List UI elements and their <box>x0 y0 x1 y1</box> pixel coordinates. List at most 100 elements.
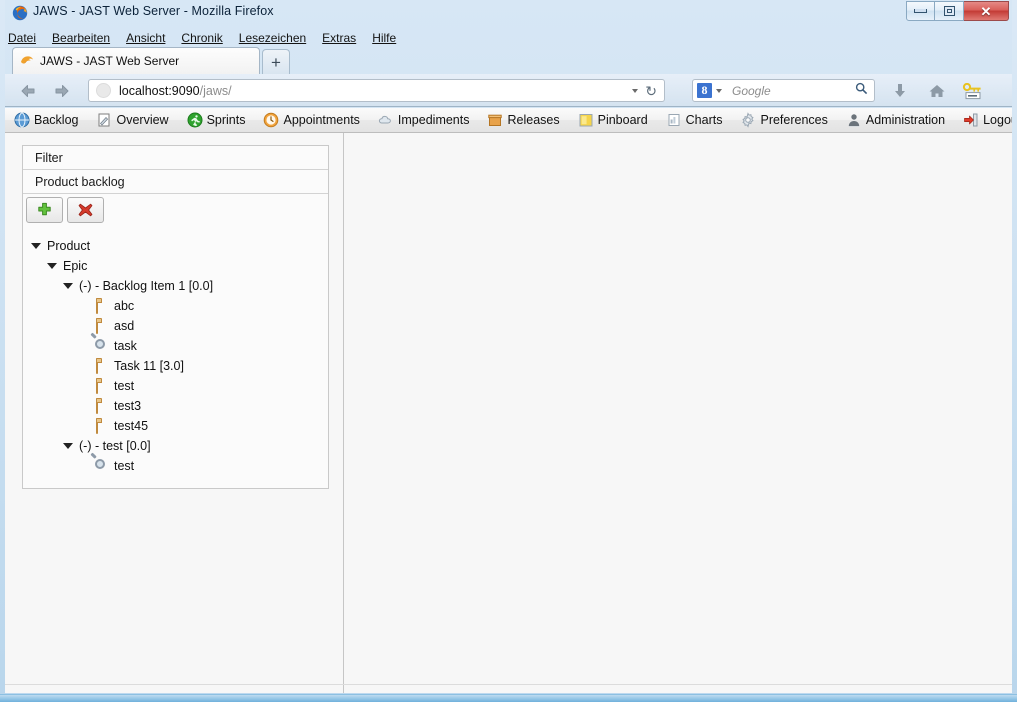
tree-node-label: test <box>114 379 134 393</box>
search-engine-chevron-icon[interactable] <box>716 89 722 93</box>
product-backlog-header[interactable]: Product backlog <box>23 170 328 194</box>
app-nav-administration[interactable]: Administration <box>837 112 954 128</box>
site-identity-icon <box>96 83 111 98</box>
app-nav-appointments-label: Appointments <box>283 113 359 127</box>
window-frame-bottom <box>0 694 1017 702</box>
tree-node-label: task <box>114 339 137 353</box>
url-text: localhost:9090/jaws/ <box>119 84 232 98</box>
plus-icon <box>36 202 53 219</box>
tree-node-label: Epic <box>63 259 87 273</box>
app-nav-logout[interactable]: Logout <box>954 112 1017 128</box>
firefox-window: JAWS - JAST Web Server - Mozilla Firefox… <box>0 0 1017 702</box>
chevron-down-icon[interactable] <box>632 89 638 93</box>
tree-node-test[interactable]: test <box>31 376 328 396</box>
tree-node-label: abc <box>114 299 134 313</box>
delete-button[interactable] <box>67 197 104 223</box>
app-nav-sprints-label: Sprints <box>207 113 246 127</box>
menu-hilfe-label: Hilfe <box>372 31 396 45</box>
app-nav-preferences-label: Preferences <box>760 113 827 127</box>
new-tab-button[interactable]: + <box>262 49 290 74</box>
tree-node-task-11[interactable]: Task 11 [3.0] <box>31 356 328 376</box>
browser-tab-label: JAWS - JAST Web Server <box>40 54 179 68</box>
tree-node-label: (-) - test [0.0] <box>79 439 151 453</box>
chevron-down-icon[interactable] <box>63 443 73 449</box>
user-bust-icon <box>846 112 862 128</box>
add-button[interactable] <box>26 197 63 223</box>
url-path: /jaws/ <box>200 84 232 98</box>
browser-tab-active[interactable]: JAWS - JAST Web Server <box>12 47 260 74</box>
tree-node-test-task[interactable]: test <box>31 456 328 476</box>
backlog-tree: Product Epic (-) - Backlog Item 1 [0.0] … <box>23 226 328 488</box>
tree-node-test45[interactable]: test45 <box>31 416 328 436</box>
menu-hilfe[interactable]: Hilfe <box>364 30 404 46</box>
menu-datei[interactable]: Datei <box>0 30 44 46</box>
tree-node-abc[interactable]: abc <box>31 296 328 316</box>
menu-bearbeiten[interactable]: Bearbeiten <box>44 30 118 46</box>
tab-strip: JAWS - JAST Web Server + <box>0 47 1017 74</box>
tree-node-asd[interactable]: asd <box>31 316 328 336</box>
menu-ansicht-label: Ansicht <box>126 31 165 45</box>
maximize-icon <box>944 6 955 16</box>
note-icon <box>95 299 109 314</box>
tree-node-product[interactable]: Product <box>31 236 328 256</box>
app-nav-overview[interactable]: Overview <box>87 112 177 128</box>
url-host: localhost:9090 <box>119 84 200 98</box>
app-nav-preferences[interactable]: Preferences <box>731 112 836 128</box>
menu-lesezeichen[interactable]: Lesezeichen <box>231 30 314 46</box>
tree-node-epic[interactable]: Epic <box>31 256 328 276</box>
cloud-icon <box>378 112 394 128</box>
forward-button[interactable] <box>51 80 73 102</box>
jaws-favicon-icon <box>19 53 35 69</box>
minimize-icon <box>914 9 927 13</box>
app-nav-releases[interactable]: Releases <box>478 112 568 128</box>
chevron-down-icon[interactable] <box>63 283 73 289</box>
maximize-button[interactable] <box>935 1 964 21</box>
magnifier-icon <box>95 459 109 474</box>
app-toolbar: Backlog Overview Sprints <box>5 108 1012 133</box>
menu-chronik[interactable]: Chronik <box>173 30 230 46</box>
url-bar[interactable]: localhost:9090/jaws/ ↻ <box>88 79 665 102</box>
download-arrow-icon <box>893 83 907 99</box>
home-button[interactable] <box>925 80 948 102</box>
tree-node-backlog-item-1[interactable]: (-) - Backlog Item 1 [0.0] <box>31 276 328 296</box>
filter-header[interactable]: Filter <box>23 146 328 170</box>
page-pencil-icon <box>96 112 112 128</box>
minimize-button[interactable] <box>906 1 935 21</box>
app-nav-impediments-label: Impediments <box>398 113 470 127</box>
tree-node-label: (-) - Backlog Item 1 [0.0] <box>79 279 213 293</box>
back-button[interactable] <box>17 80 39 102</box>
menu-lesezeichen-label: Lesezeichen <box>239 31 306 45</box>
app-nav-charts[interactable]: Charts <box>657 112 732 128</box>
menu-chronik-label: Chronik <box>181 31 222 45</box>
navigation-toolbar: localhost:9090/jaws/ ↻ 8 Google <box>0 74 1017 107</box>
menu-extras[interactable]: Extras <box>314 30 364 46</box>
window-frame-right <box>1012 0 1017 702</box>
app-nav-sprints[interactable]: Sprints <box>178 112 255 128</box>
app-nav-charts-label: Charts <box>686 113 723 127</box>
downloads-button[interactable] <box>888 80 911 102</box>
app-nav-pinboard[interactable]: Pinboard <box>569 112 657 128</box>
search-bar[interactable]: 8 Google <box>692 79 875 102</box>
tree-node-test3[interactable]: test3 <box>31 396 328 416</box>
globe-icon <box>14 112 30 128</box>
close-button[interactable]: ✕ <box>964 1 1009 21</box>
passwords-button[interactable] <box>960 80 986 102</box>
tree-node-task[interactable]: task <box>31 336 328 356</box>
panel-button-row <box>23 194 328 226</box>
reload-icon[interactable]: ↻ <box>645 84 657 98</box>
chevron-down-icon[interactable] <box>47 263 57 269</box>
menu-extras-label: Extras <box>322 31 356 45</box>
chevron-down-icon[interactable] <box>31 243 41 249</box>
note-icon <box>95 399 109 414</box>
search-submit-icon[interactable] <box>855 82 874 100</box>
app-nav-appointments[interactable]: Appointments <box>254 112 368 128</box>
box-icon <box>487 112 503 128</box>
menu-bearbeiten-label: Bearbeiten <box>52 31 110 45</box>
app-nav-backlog[interactable]: Backlog <box>5 112 87 128</box>
chart-page-icon <box>666 112 682 128</box>
note-icon <box>95 359 109 374</box>
tree-node-test-item[interactable]: (-) - test [0.0] <box>31 436 328 456</box>
app-nav-impediments[interactable]: Impediments <box>369 112 479 128</box>
search-input[interactable]: Google <box>732 84 771 98</box>
menu-ansicht[interactable]: Ansicht <box>118 30 173 46</box>
